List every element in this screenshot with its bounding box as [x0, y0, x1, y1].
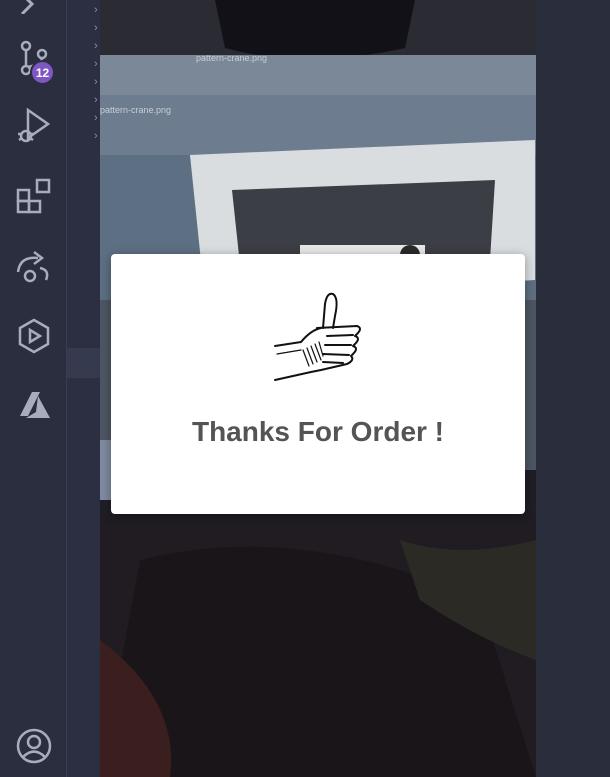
account-icon[interactable] [14, 726, 54, 766]
source-control-badge: 12 [30, 60, 55, 85]
photo-file-label: pattern-crane.png [196, 53, 267, 63]
live-share-icon[interactable] [14, 246, 54, 286]
chevron-right-icon[interactable] [14, 0, 54, 16]
tree-chevron: › [94, 112, 98, 124]
order-confirmation-modal: Thanks For Order ! [111, 254, 525, 514]
photo-file-label: pattern-crane.png [100, 105, 171, 115]
activity-bar: 12 [0, 0, 67, 777]
selected-row[interactable] [67, 348, 100, 378]
editor-area [536, 0, 610, 777]
tree-chevron: › [94, 4, 98, 16]
run-debug-icon[interactable] [14, 106, 54, 146]
codesandbox-icon[interactable] [14, 316, 54, 356]
tree-chevron: › [94, 58, 98, 70]
azure-icon[interactable] [14, 386, 54, 426]
tree-chevron: › [94, 22, 98, 34]
tree-chevron: › [94, 94, 98, 106]
tree-chevron: › [94, 130, 98, 142]
explorer-panel: › › › › › › › › [67, 0, 100, 777]
extensions-icon[interactable] [14, 176, 54, 216]
thumbs-up-icon [271, 288, 365, 382]
tree-chevron: › [94, 76, 98, 88]
tree-chevron: › [94, 40, 98, 52]
confirmation-message: Thanks For Order ! [191, 416, 445, 447]
